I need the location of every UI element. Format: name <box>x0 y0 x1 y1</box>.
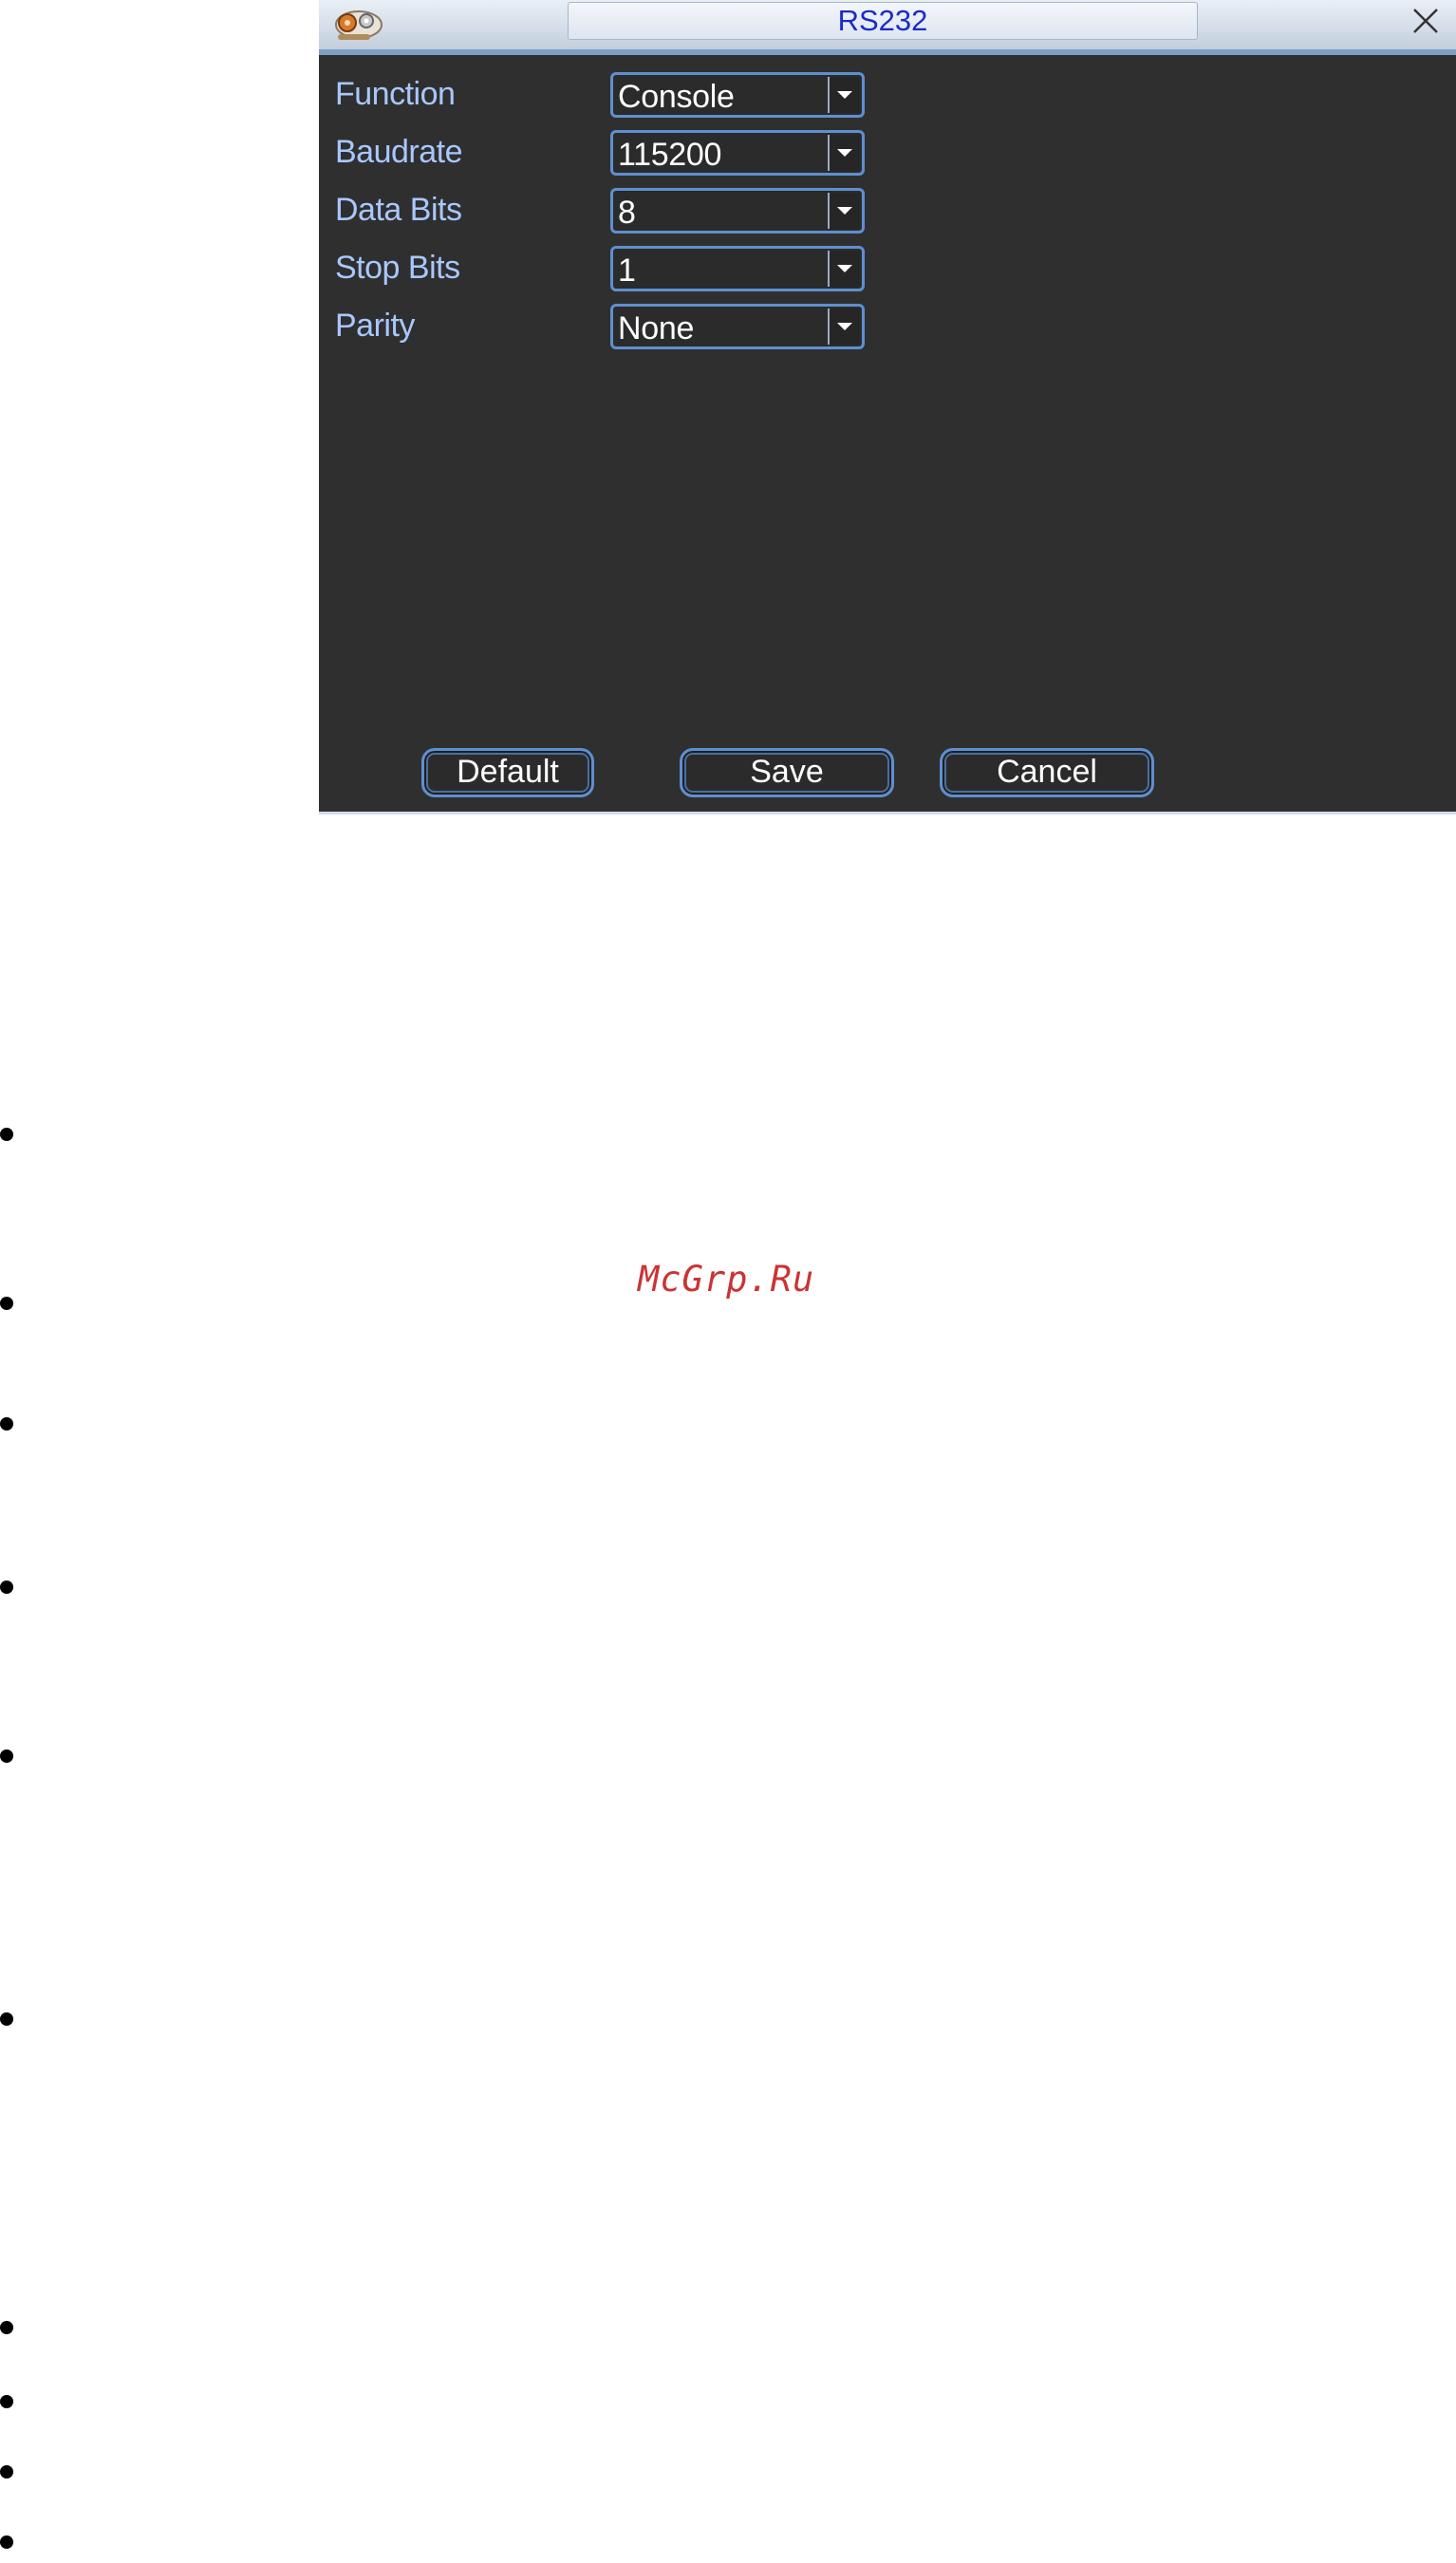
data-bits-label: Data Bits <box>335 192 462 228</box>
bullet-marker <box>0 1749 13 1763</box>
bullet-marker <box>0 2012 13 2026</box>
parity-value: None <box>618 310 695 346</box>
watermark: McGrp.Ru <box>638 1259 815 1300</box>
rs232-dialog: RS232 Function Console Baudrate 115200 D… <box>319 0 1456 814</box>
cancel-button[interactable]: Cancel <box>940 748 1154 797</box>
bullet-marker <box>0 2465 13 2479</box>
function-label: Function <box>335 76 456 112</box>
settings-gear-icon <box>332 2 387 44</box>
baudrate-select[interactable]: 115200 <box>610 130 865 176</box>
chevron-down-icon[interactable] <box>828 135 860 171</box>
parity-row: Parity None <box>335 304 1189 351</box>
stop-bits-select[interactable]: 1 <box>610 246 865 291</box>
baudrate-row: Baudrate 115200 <box>335 130 1189 178</box>
parity-select[interactable]: None <box>610 304 865 349</box>
data-bits-value: 8 <box>618 195 636 231</box>
bullet-marker <box>0 2395 13 2408</box>
function-row: Function Console <box>335 72 1189 120</box>
title-bar: RS232 <box>319 0 1456 55</box>
bullet-marker <box>0 1581 13 1594</box>
chevron-down-icon[interactable] <box>828 77 860 113</box>
stop-bits-value: 1 <box>618 253 636 289</box>
save-button[interactable]: Save <box>680 748 894 797</box>
function-value: Console <box>618 79 735 115</box>
function-select[interactable]: Console <box>610 72 865 118</box>
bullet-marker <box>0 1128 13 1141</box>
chevron-down-icon[interactable] <box>828 251 860 287</box>
chevron-down-icon[interactable] <box>828 309 860 345</box>
default-button[interactable]: Default <box>421 748 594 797</box>
stop-bits-row: Stop Bits 1 <box>335 246 1189 293</box>
window-title: RS232 <box>568 2 1198 40</box>
chevron-down-icon[interactable] <box>828 193 860 229</box>
data-bits-row: Data Bits 8 <box>335 188 1189 235</box>
baudrate-value: 115200 <box>618 137 722 173</box>
bullet-marker <box>0 1417 13 1431</box>
stop-bits-label: Stop Bits <box>335 250 460 286</box>
bullet-marker <box>0 1297 13 1310</box>
bullet-marker <box>0 2535 13 2549</box>
bullet-marker <box>0 2321 13 2334</box>
close-icon[interactable] <box>1409 4 1443 38</box>
baudrate-label: Baudrate <box>335 134 463 170</box>
parity-label: Parity <box>335 308 415 344</box>
data-bits-select[interactable]: 8 <box>610 188 865 234</box>
